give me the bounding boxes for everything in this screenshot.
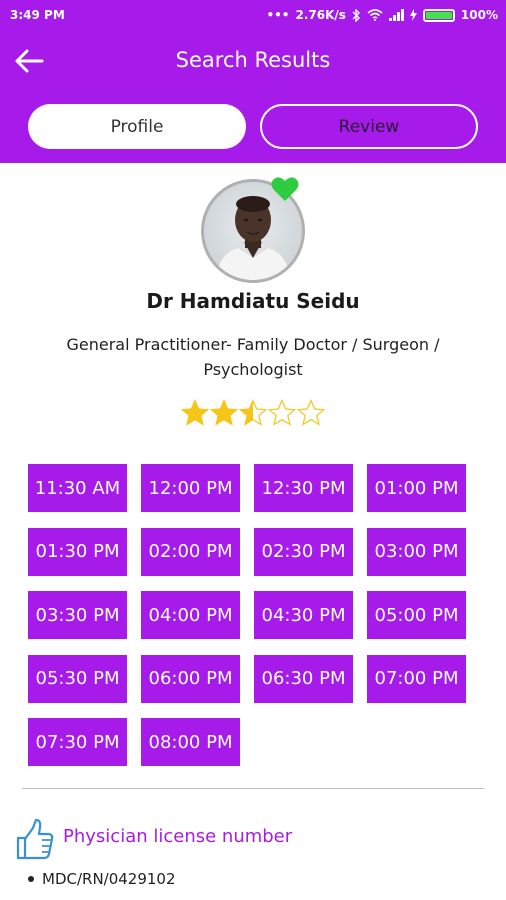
charging-icon bbox=[409, 9, 417, 21]
time-slot-button[interactable]: 05:00 PM bbox=[367, 591, 466, 639]
doctor-specialty: General Practitioner- Family Doctor / Su… bbox=[66, 335, 440, 379]
status-bar: 3:49 PM ••• 2.76K/s 100% bbox=[0, 0, 506, 30]
time-slot-button[interactable]: 11:30 AM bbox=[28, 464, 127, 512]
star-icon bbox=[239, 399, 267, 426]
star-icon bbox=[268, 399, 296, 426]
time-slot-button[interactable]: 01:30 PM bbox=[28, 527, 127, 576]
tab-review[interactable]: Review bbox=[260, 104, 478, 149]
status-icons: ••• 2.76K/s 100% bbox=[266, 8, 498, 22]
bullet bbox=[28, 876, 34, 882]
battery-percent: 100% bbox=[460, 8, 498, 22]
license-number: MDC/RN/0429102 bbox=[42, 870, 176, 888]
time-slot-button[interactable]: 07:30 PM bbox=[28, 718, 127, 766]
bluetooth-icon bbox=[352, 8, 360, 22]
star-rating bbox=[181, 399, 325, 427]
time-slot-button[interactable]: 04:30 PM bbox=[254, 591, 353, 639]
time-slot-button[interactable]: 01:00 PM bbox=[367, 464, 466, 512]
time-slot-button[interactable]: 03:00 PM bbox=[367, 527, 466, 576]
tab-profile[interactable]: Profile bbox=[28, 104, 246, 149]
star-icon bbox=[181, 399, 209, 426]
heart-icon[interactable] bbox=[271, 176, 299, 202]
time-slot-button[interactable]: 02:30 PM bbox=[254, 527, 353, 576]
app-header: 3:49 PM ••• 2.76K/s 100% Search Results … bbox=[0, 0, 506, 163]
license-title: Physician license number bbox=[63, 826, 293, 847]
time-slot-button[interactable]: 03:30 PM bbox=[28, 591, 127, 639]
page-title: Search Results bbox=[175, 48, 331, 72]
signal-icon bbox=[388, 9, 404, 21]
star-icon bbox=[297, 399, 325, 426]
thumbs-up-icon bbox=[16, 818, 54, 860]
time-slot-button[interactable]: 07:00 PM bbox=[367, 654, 466, 703]
time-slot-button[interactable]: 06:30 PM bbox=[254, 654, 353, 703]
wifi-icon bbox=[367, 9, 383, 21]
time-slot-button[interactable]: 05:30 PM bbox=[28, 654, 127, 703]
time-slot-button[interactable]: 12:30 PM bbox=[254, 464, 353, 512]
battery-icon bbox=[422, 8, 455, 22]
doctor-name: Dr Hamdiatu Seidu bbox=[146, 289, 360, 313]
network-speed: 2.76K/s bbox=[295, 8, 346, 22]
license-item: MDC/RN/0429102 bbox=[28, 870, 176, 888]
doctor-avatar-wrap bbox=[201, 176, 305, 283]
status-time: 3:49 PM bbox=[10, 8, 65, 22]
time-slot-button[interactable]: 02:00 PM bbox=[141, 527, 240, 576]
battery-level bbox=[425, 11, 452, 19]
dots-icon: ••• bbox=[266, 8, 290, 22]
time-slot-button[interactable]: 04:00 PM bbox=[141, 591, 240, 639]
star-icon bbox=[210, 399, 238, 426]
divider bbox=[22, 788, 484, 789]
time-slot-button[interactable]: 12:00 PM bbox=[141, 464, 240, 512]
time-slot-button[interactable]: 06:00 PM bbox=[141, 654, 240, 703]
time-slot-button[interactable]: 08:00 PM bbox=[141, 718, 240, 766]
